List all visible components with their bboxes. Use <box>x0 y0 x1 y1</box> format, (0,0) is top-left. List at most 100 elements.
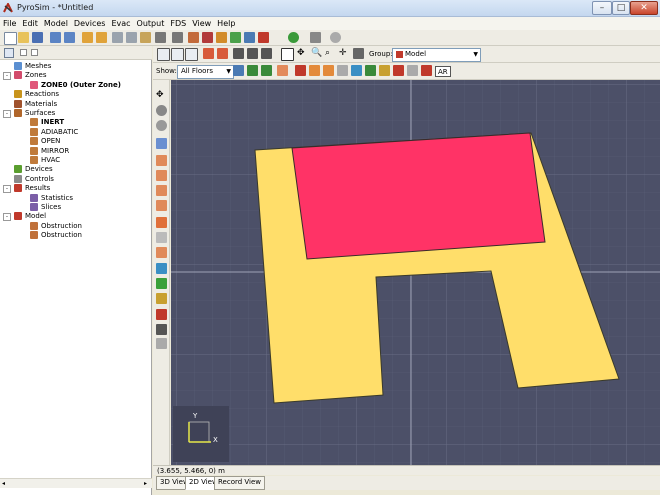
device-draw-icon[interactable] <box>156 263 167 274</box>
fire-tool-icon[interactable] <box>258 32 269 43</box>
view-top-icon[interactable] <box>157 48 170 61</box>
export-icon[interactable] <box>64 32 75 43</box>
zoom-box-icon[interactable]: ⌕ <box>325 48 336 59</box>
tree-item[interactable]: - Surfaces <box>3 109 55 118</box>
vent-filter-icon[interactable] <box>323 65 334 76</box>
hvac-draw-icon[interactable] <box>156 278 167 289</box>
floor-select[interactable]: All Floors ▼ <box>177 65 234 79</box>
tree-item[interactable]: Obstruction <box>30 231 82 240</box>
show-image-icon[interactable] <box>261 65 272 76</box>
tree-item[interactable]: - Results <box>3 184 50 194</box>
tree-item[interactable]: - Zones <box>3 71 46 81</box>
redo-icon[interactable] <box>96 32 107 43</box>
tree-item[interactable]: Materials <box>14 99 57 109</box>
smokeview-icon[interactable] <box>330 32 341 43</box>
undo-icon[interactable] <box>82 32 93 43</box>
expand-all-icon[interactable] <box>31 49 38 56</box>
scroll-left-icon[interactable]: ◂ <box>2 480 5 487</box>
tree-item[interactable]: Slices <box>30 203 61 212</box>
tree-item[interactable]: Meshes <box>14 62 51 71</box>
collapse-all-icon[interactable] <box>20 49 27 56</box>
particle-draw-icon[interactable] <box>156 293 167 304</box>
ar-button[interactable]: AR <box>435 66 451 77</box>
block-draw-icon[interactable] <box>156 185 167 196</box>
copy-icon[interactable] <box>126 32 137 43</box>
minimize-button[interactable]: – <box>592 1 612 15</box>
tree-item[interactable]: Devices <box>14 165 53 174</box>
tree-item[interactable]: Obstruction <box>30 221 82 231</box>
hvac-filter-icon[interactable] <box>365 65 376 76</box>
room-draw-icon[interactable] <box>156 200 167 211</box>
obst-filter-icon[interactable] <box>309 65 320 76</box>
particle-filter-icon[interactable] <box>379 65 390 76</box>
measure-icon[interactable] <box>156 338 167 349</box>
cut-icon[interactable] <box>112 32 123 43</box>
show-solid-icon[interactable] <box>247 48 258 59</box>
select-mode-icon[interactable] <box>203 48 214 59</box>
reaction-tool-icon[interactable] <box>216 32 227 43</box>
tree-item[interactable]: - Model <box>3 212 46 222</box>
menu-output[interactable]: Output <box>134 17 168 30</box>
mesh-draw-icon[interactable] <box>156 138 167 149</box>
scroll-right-icon[interactable]: ▸ <box>144 480 147 487</box>
view-side-icon[interactable] <box>185 48 198 61</box>
tree-item[interactable]: Controls <box>14 174 54 184</box>
save-icon[interactable] <box>32 32 43 43</box>
open-folder-icon[interactable] <box>18 32 29 43</box>
vent-draw-icon[interactable] <box>156 232 167 243</box>
view-front-icon[interactable] <box>171 48 184 61</box>
maximize-button[interactable]: □ <box>612 1 630 15</box>
tree-expander-icon[interactable]: - <box>3 72 11 81</box>
stat-filter-icon[interactable] <box>407 65 418 76</box>
grid-icon[interactable] <box>353 48 364 59</box>
eyedropper-icon[interactable] <box>156 324 167 335</box>
tree-item[interactable]: MIRROR <box>30 146 69 156</box>
run-icon[interactable] <box>288 32 299 43</box>
tree-item[interactable]: HVAC <box>30 156 60 165</box>
model-2d-view[interactable]: Y X <box>171 80 660 465</box>
tree-expander-icon[interactable]: - <box>3 185 11 194</box>
path-tool-icon[interactable] <box>244 32 255 43</box>
tree-item[interactable]: ZONE0 (Outer Zone) <box>30 80 121 90</box>
show-texture-icon[interactable] <box>261 48 272 59</box>
tree-item[interactable]: OPEN <box>30 137 60 146</box>
pointer-icon[interactable] <box>281 48 294 61</box>
close-button[interactable]: ✕ <box>630 1 658 15</box>
tree-item[interactable]: INERT <box>30 118 64 127</box>
new-file-icon[interactable] <box>4 32 17 45</box>
menu-edit[interactable]: Edit <box>19 17 41 30</box>
group-select[interactable]: Model ▼ <box>392 48 481 62</box>
import-icon[interactable] <box>50 32 61 43</box>
menu-devices[interactable]: Devices <box>71 17 109 30</box>
palette-icon[interactable] <box>277 65 288 76</box>
show-background-icon[interactable] <box>247 65 258 76</box>
tree-item[interactable]: Reactions <box>14 90 59 99</box>
wall-draw-icon[interactable] <box>156 170 167 181</box>
hole-filter-icon[interactable] <box>337 65 348 76</box>
tree-expander-icon[interactable]: - <box>3 213 11 222</box>
hvac-tool-icon[interactable] <box>230 32 241 43</box>
tree-item[interactable]: ADIABATIC <box>30 127 78 137</box>
menu-view[interactable]: View <box>189 17 214 30</box>
show-grid-icon[interactable] <box>233 65 244 76</box>
material-tool-icon[interactable] <box>202 32 213 43</box>
paste-icon[interactable] <box>140 32 151 43</box>
show-outline-icon[interactable] <box>233 48 244 59</box>
slab-draw-icon[interactable] <box>156 155 167 166</box>
menu-help[interactable]: Help <box>214 17 238 30</box>
horizontal-scrollbar[interactable]: ◂ ▸ <box>0 478 152 488</box>
roam-tool-icon[interactable] <box>156 120 167 131</box>
select-tool-icon[interactable]: ✥ <box>156 90 167 101</box>
fire-draw-icon[interactable] <box>156 309 167 320</box>
surface-tool-icon[interactable] <box>188 32 199 43</box>
evac-filter-icon[interactable] <box>421 65 432 76</box>
delete-icon[interactable] <box>155 32 166 43</box>
menu-evac[interactable]: Evac <box>108 17 133 30</box>
render-mode-icon[interactable] <box>217 48 228 59</box>
mesh-tool-icon[interactable] <box>172 32 183 43</box>
fit-icon[interactable]: ✛ <box>339 48 350 59</box>
filter-icon[interactable] <box>4 48 14 58</box>
zoom-icon[interactable]: 🔍 <box>311 48 322 59</box>
obstruction-pink[interactable] <box>291 132 546 260</box>
pan-icon[interactable]: ✥ <box>297 48 308 59</box>
